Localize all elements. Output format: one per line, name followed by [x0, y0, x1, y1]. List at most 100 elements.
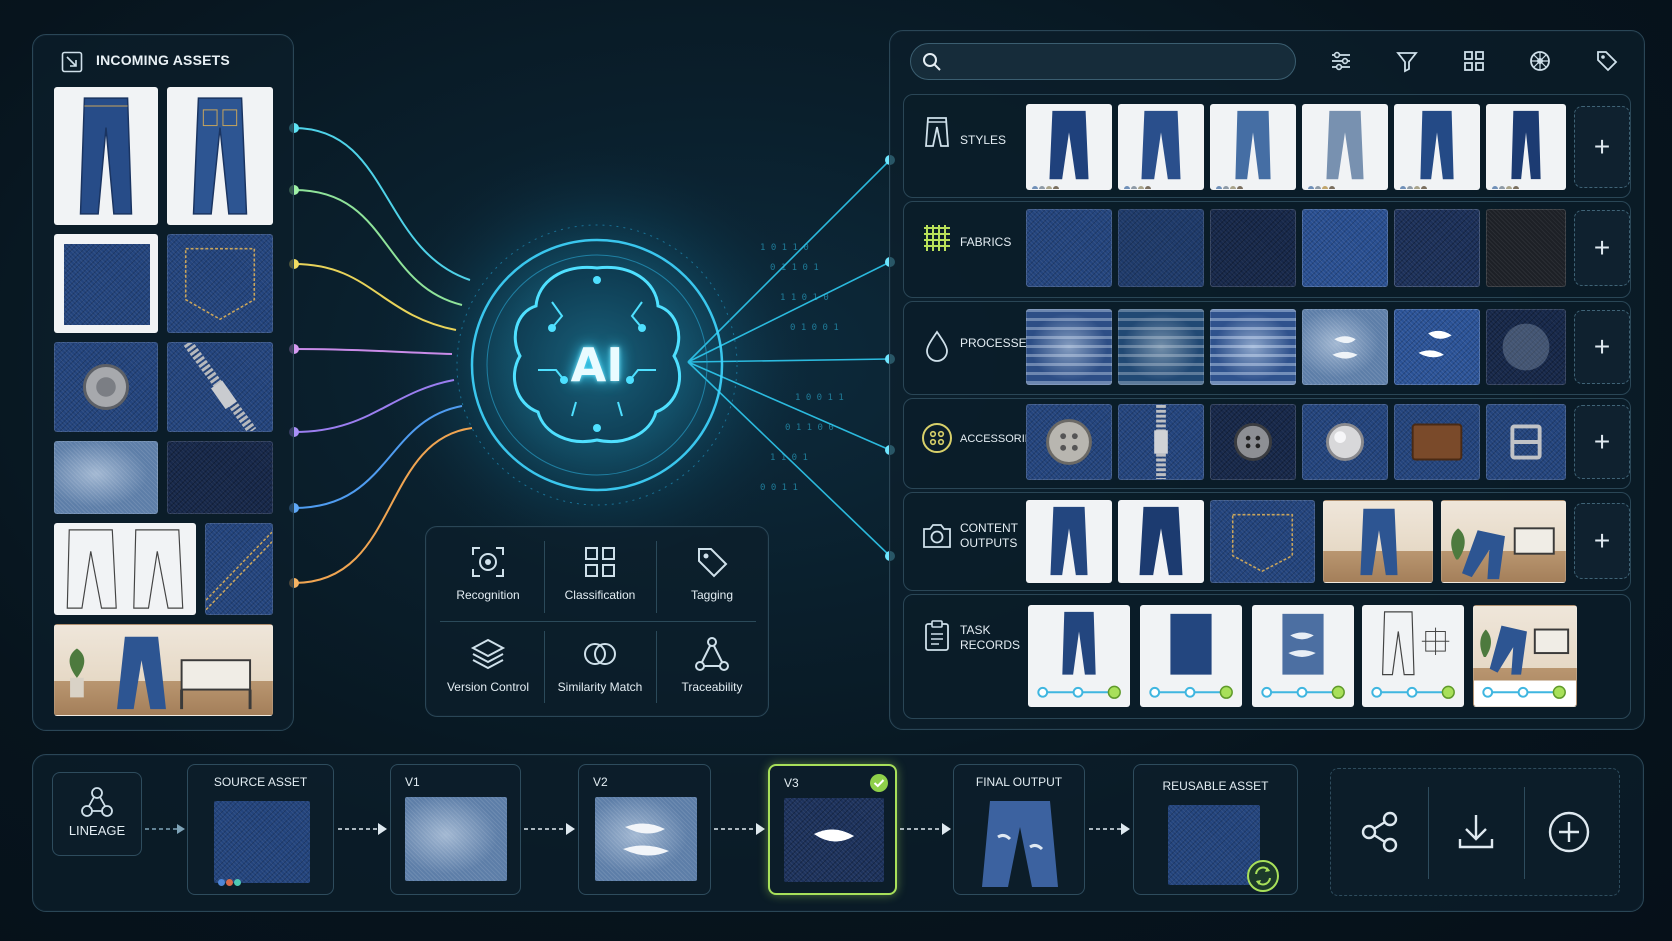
add-circle-icon[interactable]: [1546, 809, 1592, 855]
style-thumb[interactable]: [1118, 104, 1204, 190]
style-thumb[interactable]: [1210, 104, 1296, 190]
task-thumb[interactable]: [1028, 605, 1130, 707]
palette-icon[interactable]: [1527, 48, 1553, 74]
seam-detail-asset[interactable]: [205, 523, 273, 615]
dark-denim-asset[interactable]: [167, 441, 273, 514]
accessory-thumb[interactable]: [1026, 404, 1112, 480]
grid-icon: [585, 547, 615, 577]
technical-sketch-asset[interactable]: [54, 523, 196, 615]
fabric-swatch-asset[interactable]: [54, 234, 158, 333]
add-process-button[interactable]: +: [1574, 310, 1630, 384]
style-thumb[interactable]: [1394, 104, 1480, 190]
stage-label: REUSABLE ASSET: [1162, 779, 1269, 793]
fabric-thumb[interactable]: [1026, 209, 1112, 287]
content-thumb[interactable]: [1441, 500, 1566, 583]
refresh-icon: [1247, 860, 1279, 892]
fabric-thumb[interactable]: [1486, 209, 1566, 287]
process-thumb[interactable]: [1118, 309, 1204, 385]
inbox-download-icon: [61, 51, 83, 73]
accessory-thumb[interactable]: [1486, 404, 1566, 480]
style-thumb[interactable]: [1486, 104, 1566, 190]
style-thumb[interactable]: [1302, 104, 1388, 190]
process-thumb[interactable]: [1486, 309, 1566, 385]
content-thumb[interactable]: [1026, 500, 1112, 583]
row-label: STYLES: [960, 133, 1007, 147]
stage-swatch: [784, 798, 884, 882]
svg-text:1 1 0 1: 1 1 0 1: [770, 453, 808, 463]
add-style-button[interactable]: +: [1574, 106, 1630, 188]
fabric-thumb[interactable]: [1302, 209, 1388, 287]
svg-text:1 1 0 1 0: 1 1 0 1 0: [780, 293, 829, 303]
capability-tagging[interactable]: Tagging: [656, 531, 768, 617]
accessory-thumb[interactable]: [1118, 404, 1204, 480]
ai-label: AI: [570, 338, 624, 392]
lineage-stage-v1[interactable]: V1: [390, 764, 521, 895]
stage-swatch: [405, 797, 507, 881]
capability-traceability[interactable]: Traceability: [656, 623, 768, 709]
process-thumb[interactable]: [1026, 309, 1112, 385]
add-content-button[interactable]: +: [1574, 503, 1630, 579]
fabric-thumb[interactable]: [1210, 209, 1296, 287]
lineage-stage-final[interactable]: FINAL OUTPUT: [953, 764, 1085, 895]
weave-icon: [924, 225, 950, 251]
process-thumb[interactable]: [1210, 309, 1296, 385]
filter-icon[interactable]: [1394, 48, 1420, 74]
ai-core: AI: [452, 220, 742, 510]
lineage-stage-v3[interactable]: V3: [768, 764, 897, 895]
capability-similarity-match[interactable]: Similarity Match: [544, 623, 656, 709]
check-circle-icon: [870, 774, 888, 792]
fabric-thumb[interactable]: [1394, 209, 1480, 287]
grid-view-icon[interactable]: [1461, 48, 1487, 74]
task-thumb[interactable]: [1140, 605, 1242, 707]
row-label: CONTENT OUTPUTS: [960, 521, 1018, 550]
content-thumb[interactable]: [1118, 500, 1204, 583]
style-thumb[interactable]: [1026, 104, 1112, 190]
task-thumb[interactable]: [1362, 605, 1464, 707]
search-input[interactable]: [910, 43, 1296, 80]
content-thumb[interactable]: [1210, 500, 1315, 583]
capability-classification[interactable]: Classification: [544, 531, 656, 617]
stage-swatch: [595, 797, 697, 881]
accessory-thumb[interactable]: [1394, 404, 1480, 480]
lineage-stage-v2[interactable]: V2: [578, 764, 711, 895]
accessory-thumb[interactable]: [1210, 404, 1296, 480]
accessory-thumb[interactable]: [1302, 404, 1388, 480]
stage-swatch: [214, 801, 310, 883]
task-thumb[interactable]: [1252, 605, 1354, 707]
process-thumb[interactable]: [1394, 309, 1480, 385]
zipper-asset[interactable]: [167, 342, 273, 432]
stage-label: FINAL OUTPUT: [975, 775, 1063, 789]
share-icon[interactable]: [1357, 809, 1403, 855]
button-asset[interactable]: [54, 342, 158, 432]
lineage-button[interactable]: LINEAGE: [52, 772, 142, 856]
jeans-back-asset[interactable]: [167, 87, 273, 225]
add-accessory-button[interactable]: +: [1574, 405, 1630, 479]
arrow-right-icon: [145, 824, 185, 834]
pocket-asset[interactable]: [167, 234, 273, 333]
lineage-stage-source[interactable]: SOURCE ASSET: [187, 764, 334, 895]
color-dots: [218, 873, 241, 891]
sliders-icon[interactable]: [1328, 48, 1354, 74]
row-label: PROCESSES: [960, 336, 1035, 350]
process-thumb[interactable]: [1302, 309, 1388, 385]
add-fabric-button[interactable]: +: [1574, 210, 1630, 286]
capability-recognition[interactable]: Recognition: [432, 531, 544, 617]
lineage-stage-reusable[interactable]: REUSABLE ASSET: [1133, 764, 1298, 895]
stage-label: V1: [405, 775, 420, 789]
task-thumb[interactable]: [1473, 605, 1577, 707]
capability-version-control[interactable]: Version Control: [432, 623, 544, 709]
layers-icon: [470, 638, 506, 670]
fabric-thumb[interactable]: [1118, 209, 1204, 287]
stage-swatch: [968, 797, 1072, 889]
panel-title: INCOMING ASSETS: [96, 52, 230, 68]
svg-text:1 0 1 1 0: 1 0 1 1 0: [760, 243, 809, 253]
content-thumb[interactable]: [1323, 500, 1433, 583]
row-label: TASK RECORDS: [960, 623, 1021, 652]
jeans-front-asset[interactable]: [54, 87, 158, 225]
arrow-right-icon: [1089, 823, 1130, 835]
lifestyle-photo-asset[interactable]: [54, 624, 273, 716]
washed-denim-asset[interactable]: [54, 441, 158, 514]
capability-label: Recognition: [456, 588, 520, 602]
tag-icon[interactable]: [1594, 48, 1620, 74]
download-icon[interactable]: [1453, 809, 1499, 855]
